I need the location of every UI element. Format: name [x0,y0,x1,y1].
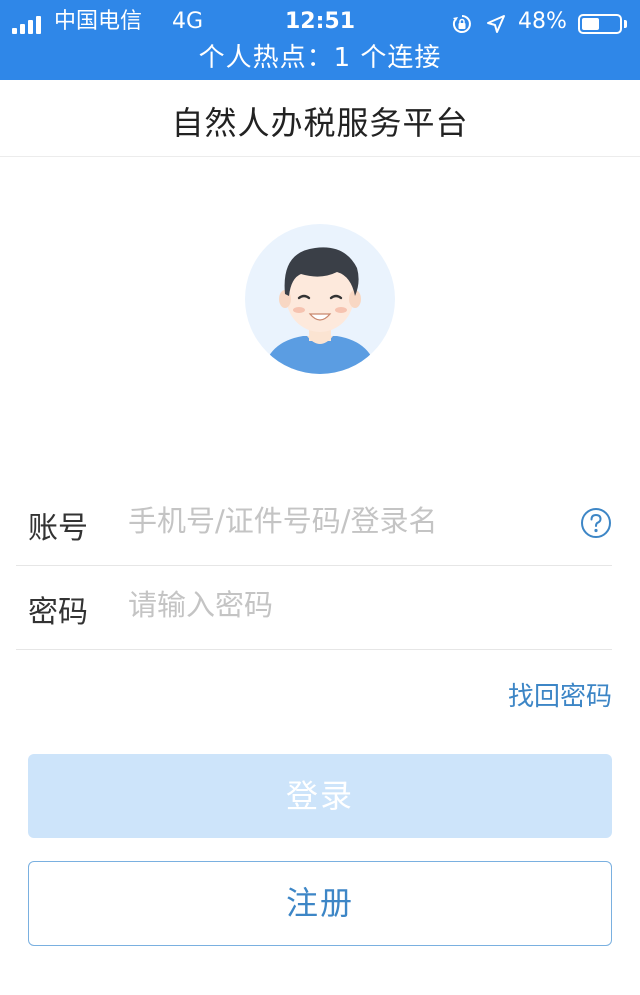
password-input[interactable] [128,583,568,627]
battery-icon [578,14,622,34]
status-row: 中国电信 4G 12:51 48% [0,6,640,38]
status-bar: 中国电信 4G 12:51 48% 个人热点：1 个连接 [0,0,640,80]
help-icon[interactable] [580,507,612,539]
page-title: 自然人办税服务平台 [171,104,469,142]
forgot-password-link[interactable]: 找回密码 [508,676,612,713]
login-button[interactable]: 登录 [28,754,612,838]
password-row: 密码 [16,563,612,650]
password-label: 密码 [28,595,88,630]
rotation-lock-icon [452,15,471,33]
page-header: 自然人办税服务平台 [0,80,640,157]
account-input[interactable] [128,499,568,543]
battery-level [582,18,599,30]
account-label: 账号 [28,511,88,546]
location-arrow-icon [487,15,505,33]
battery-tip [624,20,627,28]
account-row: 账号 [16,479,612,566]
battery-percent: 48% [518,9,567,34]
user-avatar-icon [245,224,395,374]
hotspot-banner[interactable]: 个人热点：1 个连接 [0,40,640,76]
register-button[interactable]: 注册 [28,861,612,946]
